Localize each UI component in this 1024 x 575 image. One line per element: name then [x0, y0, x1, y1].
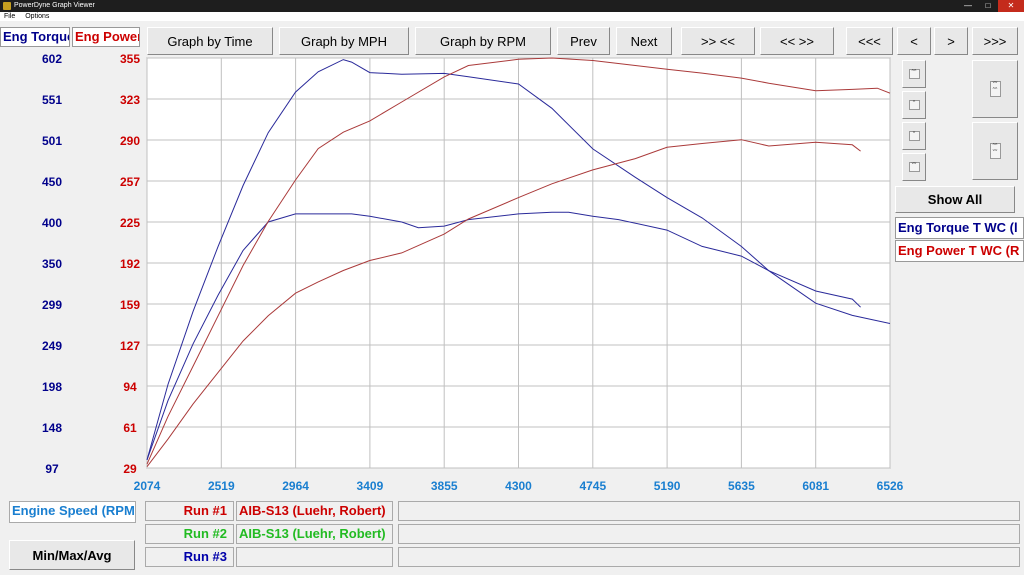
x-tick-label: 6526 — [877, 479, 904, 493]
x-tick-label: 2964 — [282, 479, 309, 493]
y-right-tick-label: 159 — [120, 298, 140, 312]
scroll-up-fast-button[interactable]: ˆˆ — [902, 60, 926, 88]
y-right-tick-label: 61 — [123, 421, 137, 435]
run-name: AIB-S13 (Luehr, Robert) — [236, 501, 393, 521]
x-tick-label: 3409 — [357, 479, 384, 493]
run-detail-bar — [398, 501, 1020, 521]
y-left-tick-label: 551 — [42, 93, 62, 107]
collapse-vertical-icon: ˇˇ ˆˆ — [989, 81, 1001, 97]
y-right-tick-label: 29 — [123, 462, 137, 476]
y-right-tick-label: 225 — [120, 216, 140, 230]
y-left-tick-label: 249 — [42, 339, 62, 353]
menu-bar: File Options — [0, 12, 1024, 21]
zoom-vertical-out-button[interactable]: ˆˆ ˇˇ — [972, 122, 1018, 180]
run-name — [236, 547, 393, 567]
y-right-tick-label: 323 — [120, 93, 140, 107]
close-icon[interactable]: ✕ — [998, 0, 1024, 12]
y-left-tick-label: 97 — [45, 462, 59, 476]
x-tick-label: 4745 — [579, 479, 606, 493]
run-label[interactable]: Run #3 — [145, 547, 234, 567]
maximize-icon[interactable]: □ — [978, 0, 998, 12]
chevron-down-icon: ˇ — [908, 131, 920, 141]
x-tick-label: 2519 — [208, 479, 235, 493]
y-right-tick-label: 290 — [120, 134, 140, 148]
rpm-chart: 2074 2519 2964 3409 3855 4300 4745 5190 5635 6081… — [42, 52, 904, 493]
min-max-avg-button[interactable]: Min/Max/Avg — [9, 540, 135, 570]
y-right-tick-label: 355 — [120, 52, 140, 66]
y-left-tick-label: 148 — [42, 421, 62, 435]
legend-power[interactable]: Eng Power T WC (R — [895, 240, 1024, 262]
show-all-button[interactable]: Show All — [895, 186, 1015, 213]
run-name: AIB-S13 (Luehr, Robert) — [236, 524, 393, 544]
y-left-tick-label: 198 — [42, 380, 62, 394]
y-left-tick-label: 400 — [42, 216, 62, 230]
scroll-down-fast-button[interactable]: ˇˇ — [902, 153, 926, 181]
x-tick-label: 3855 — [431, 479, 458, 493]
run-label[interactable]: Run #2 — [145, 524, 234, 544]
minimize-icon[interactable]: — — [958, 0, 978, 12]
run-detail-bar — [398, 547, 1020, 567]
scroll-up-button[interactable]: ˆ — [902, 91, 926, 119]
app-icon — [3, 2, 11, 10]
window-controls: — □ ✕ — [958, 0, 1024, 12]
y-left-tick-label: 602 — [42, 52, 62, 66]
window-title: PowerDyne Graph Viewer — [14, 2, 95, 9]
y-left-tick-label: 450 — [42, 175, 62, 189]
y-left-tick-label: 350 — [42, 257, 62, 271]
double-chevron-down-icon: ˇˇ — [908, 162, 920, 172]
power-axis-header: Eng Power — [72, 27, 140, 47]
x-tick-label: 5635 — [728, 479, 755, 493]
y-right-tick-label: 257 — [120, 175, 140, 189]
title-bar: PowerDyne Graph Viewer — □ ✕ — [0, 0, 1024, 12]
chevron-up-icon: ˆ — [908, 100, 920, 110]
x-tick-label: 6081 — [802, 479, 829, 493]
y-right-tick-label: 127 — [120, 339, 140, 353]
run-detail-bar — [398, 524, 1020, 544]
x-tick-label: 5190 — [654, 479, 681, 493]
x-tick-label: 4300 — [505, 479, 532, 493]
x-tick-label: 2074 — [134, 479, 161, 493]
menu-options[interactable]: Options — [25, 13, 49, 20]
legend-torque[interactable]: Eng Torque T WC (l — [895, 217, 1024, 239]
menu-file[interactable]: File — [4, 13, 15, 20]
double-chevron-up-icon: ˆˆ — [908, 69, 920, 79]
xaxis-label: Engine Speed (RPM — [9, 501, 136, 523]
run-label[interactable]: Run #1 — [145, 501, 234, 521]
expand-vertical-icon: ˆˆ ˇˇ — [989, 143, 1001, 159]
scroll-down-button[interactable]: ˇ — [902, 122, 926, 150]
y-left-tick-label: 501 — [42, 134, 62, 148]
zoom-vertical-in-button[interactable]: ˇˇ ˆˆ — [972, 60, 1018, 118]
y-right-tick-label: 94 — [123, 380, 137, 394]
y-right-tick-label: 192 — [120, 257, 140, 271]
y-left-tick-label: 299 — [42, 298, 62, 312]
torque-axis-header: Eng Torque — [0, 27, 70, 47]
